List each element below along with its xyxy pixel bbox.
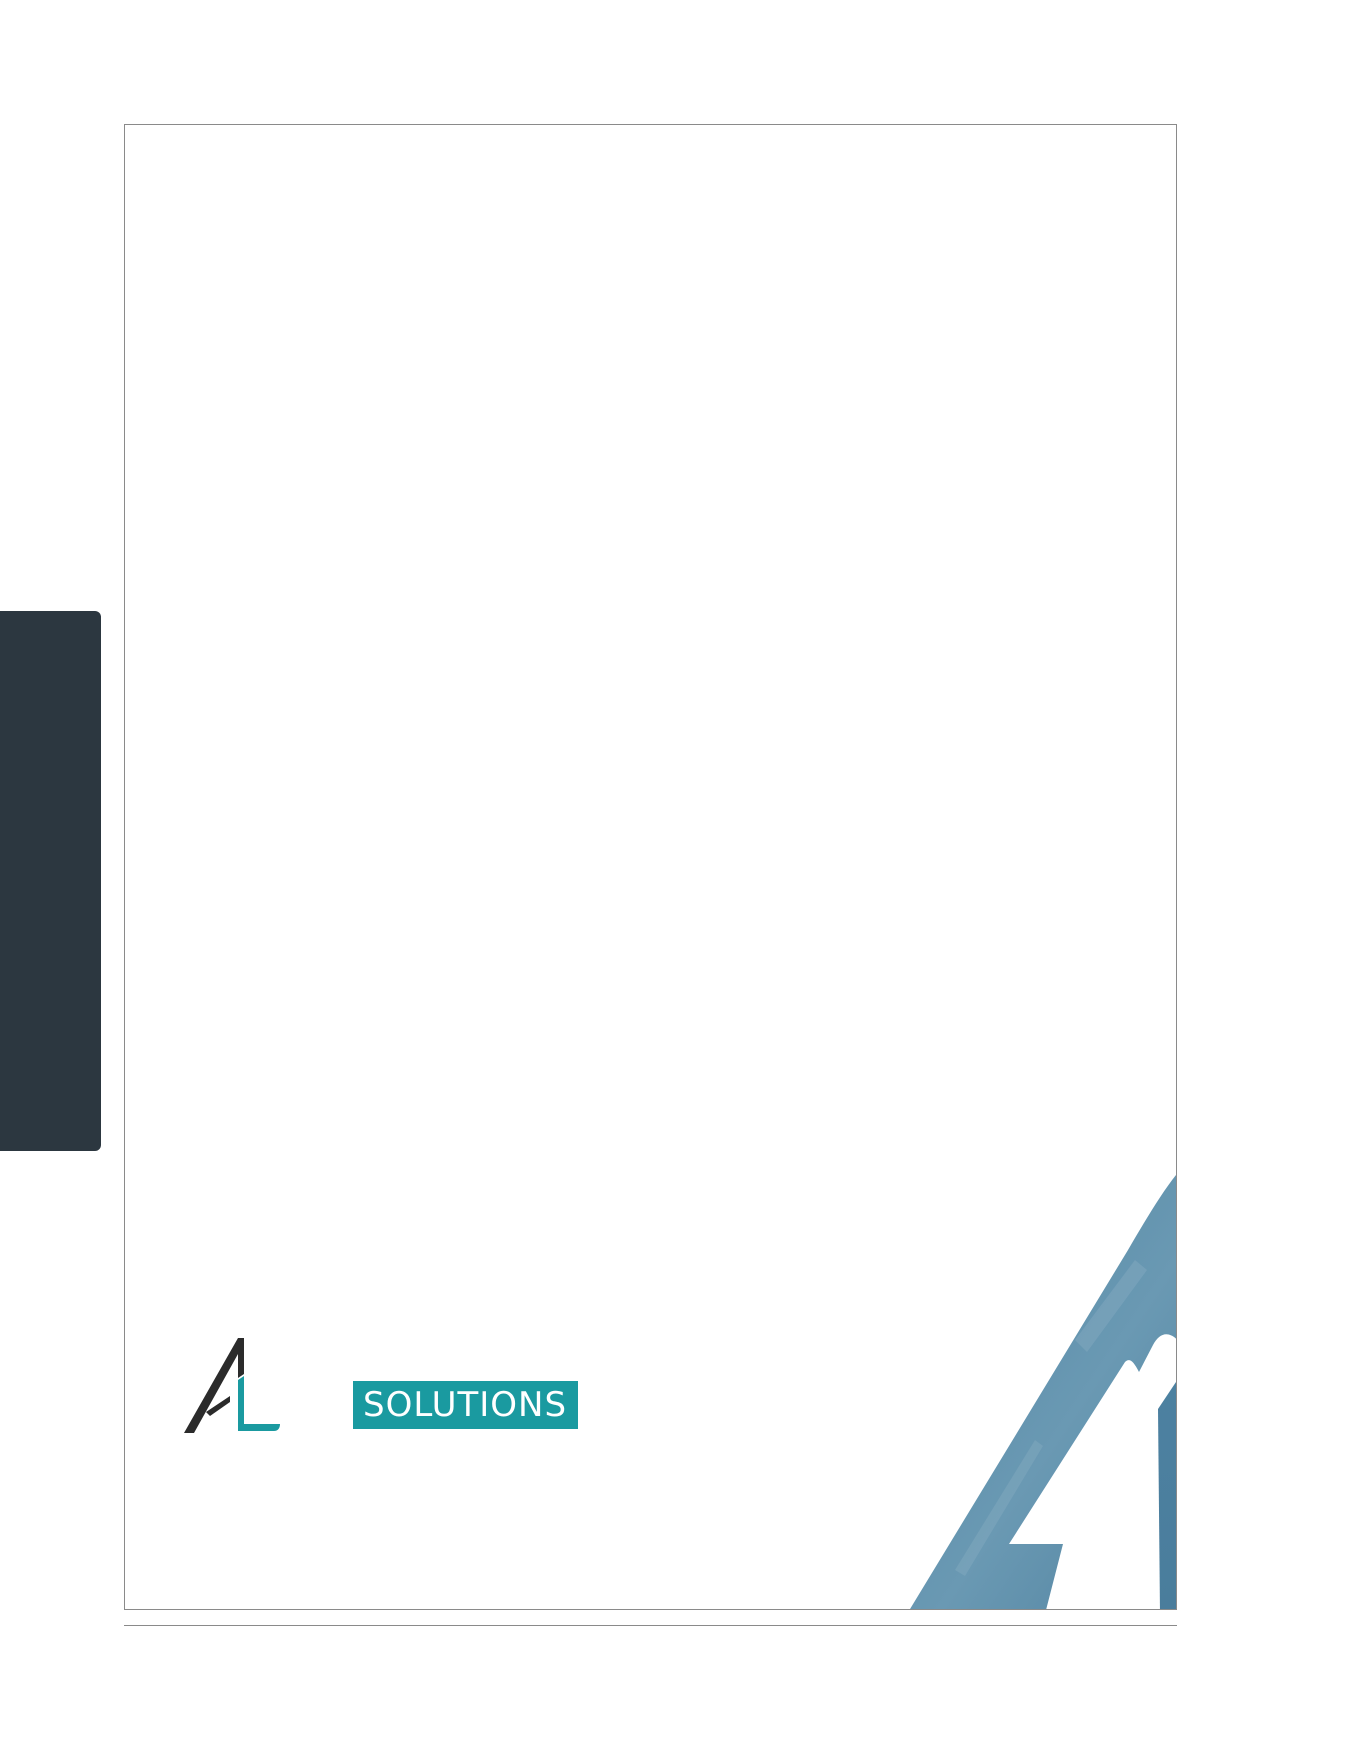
a-mark-leg [1158,1382,1176,1609]
al-logo-icon [184,1338,280,1433]
large-a-mark-graphic [910,1175,1176,1609]
solutions-badge: SOLUTIONS [353,1381,578,1429]
footer-divider [124,1625,1177,1626]
a-mark-diagonal [910,1175,1176,1609]
side-tab [0,611,101,1151]
